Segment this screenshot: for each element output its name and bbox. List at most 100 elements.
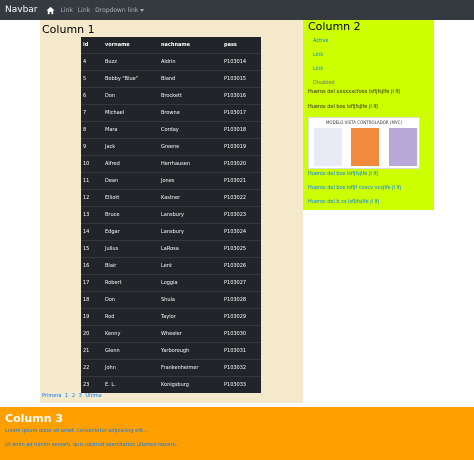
table-row: 8 Mara Corday P103018 — [81, 120, 261, 138]
cell-nachname: Corday — [159, 120, 222, 138]
column-1-title: Column 1 — [42, 23, 95, 36]
cell-nachname: Lansbury — [159, 222, 222, 240]
cell-vorname: Don — [103, 86, 159, 104]
table-header-row: id vorname nachname pass — [81, 37, 261, 53]
table-row: 11 Dean Jones P103021 — [81, 171, 261, 189]
page-2[interactable]: 2 — [72, 393, 75, 399]
navbar-brand[interactable]: Navbar — [5, 5, 38, 15]
cell-nachname: Jones — [159, 171, 222, 189]
table-row: 10 Alfred Herrhausen P103020 — [81, 154, 261, 172]
table-row: 23 E. L. Konigsburg P103033 — [81, 375, 261, 393]
home-icon[interactable] — [45, 6, 55, 15]
cell-pass: P103029 — [222, 307, 261, 325]
cell-id: 14 — [81, 222, 103, 240]
cell-pass: P103016 — [222, 86, 261, 104]
table-row: 17 Robert Loggia P103027 — [81, 273, 261, 291]
cell-id: 4 — [81, 52, 103, 70]
nav-link-2[interactable]: Link — [78, 7, 90, 14]
page-3[interactable]: 3 — [79, 393, 82, 399]
table-row: 16 Blair Lent P103026 — [81, 256, 261, 274]
cell-vorname: Buzz — [103, 52, 159, 70]
table-row: 9 Jack Greene P103019 — [81, 137, 261, 155]
cell-nachname: Brockett — [159, 86, 222, 104]
cell-id: 6 — [81, 86, 103, 104]
cell-vorname: Blair — [103, 256, 159, 274]
cell-pass: P103017 — [222, 103, 261, 121]
cell-vorname: Glenn — [103, 341, 159, 359]
table-row: 13 Bruce Lansbury P103023 — [81, 205, 261, 223]
cell-pass: P103023 — [222, 205, 261, 223]
table-row: 4 Buzz Aldrin P103014 — [81, 52, 261, 70]
cell-nachname: Aldrin — [159, 52, 222, 70]
column-1: Column 1 id vorname nachname pass 4 Buzz A… — [40, 20, 303, 403]
cell-pass: P103014 — [222, 52, 261, 70]
cell-vorname: Don — [103, 290, 159, 308]
navbar: Navbar Link Link Dropdown link — [0, 0, 474, 20]
page-last[interactable]: Ultima — [85, 393, 101, 399]
cell-nachname: Loggia — [159, 273, 222, 291]
cell-nachname: Lent — [159, 256, 222, 274]
text-link-1[interactable]: Hueros del bos lsfljfsjlfe jl lfj — [308, 171, 378, 177]
cell-pass: P103028 — [222, 290, 261, 308]
cell-nachname: Shula — [159, 290, 222, 308]
pagination: Primera 1 2 3 Ultima — [42, 393, 104, 399]
cell-id: 11 — [81, 171, 103, 189]
cell-nachname: Kastner — [159, 188, 222, 206]
cell-id: 17 — [81, 273, 103, 291]
table-row: 20 Kenny Wheeler P103030 — [81, 324, 261, 342]
caret-down-icon — [140, 8, 145, 12]
cell-id: 22 — [81, 358, 103, 376]
table-row: 14 Edgar Lansbury P103024 — [81, 222, 261, 240]
cell-id: 9 — [81, 137, 103, 155]
table-row: 12 Elliott Kastner P103022 — [81, 188, 261, 206]
cell-pass: P103031 — [222, 341, 261, 359]
nav-dropdown-label: Dropdown link — [95, 6, 139, 14]
text-line-1: Hueros del xxxxxxcfoos lsfljfsjlfe jl lf… — [308, 89, 400, 95]
cell-nachname: LaRosa — [159, 239, 222, 257]
users-table: id vorname nachname pass 4 Buzz Aldrin P103… — [81, 37, 261, 393]
cell-pass: P103025 — [222, 239, 261, 257]
nav-link-b[interactable]: Link — [313, 66, 323, 72]
cell-pass: P103018 — [222, 120, 261, 138]
nav-dropdown-link[interactable]: Dropdown link — [95, 6, 145, 14]
cell-id: 5 — [81, 69, 103, 87]
cell-pass: P103015 — [222, 69, 261, 87]
cell-vorname: E. L. — [103, 375, 159, 393]
cell-vorname: Elliott — [103, 188, 159, 206]
cell-vorname: Kenny — [103, 324, 159, 342]
cell-id: 10 — [81, 154, 103, 172]
cell-nachname: Konigsburg — [159, 375, 222, 393]
nav-active[interactable]: Active — [313, 38, 328, 44]
cell-vorname: John — [103, 358, 159, 376]
table-row: 19 Rod Taylor P103029 — [81, 307, 261, 325]
page-1[interactable]: 1 — [65, 393, 68, 399]
cell-vorname: Julius — [103, 239, 159, 257]
nav-disabled: Disabled — [313, 80, 335, 86]
column-3-title: Column 3 — [5, 412, 64, 425]
cell-vorname: Robert — [103, 273, 159, 291]
cell-id: 8 — [81, 120, 103, 138]
cell-pass: P103022 — [222, 188, 261, 206]
cell-vorname: Alfred — [103, 154, 159, 172]
cell-pass: P103032 — [222, 358, 261, 376]
table-row: 15 Julius LaRosa P103025 — [81, 239, 261, 257]
header-id: id — [83, 41, 89, 48]
cell-id: 16 — [81, 256, 103, 274]
table-row: 18 Don Shula P103028 — [81, 290, 261, 308]
cell-vorname: Bobby "Blue" — [103, 69, 159, 87]
nav-link-a[interactable]: Link — [313, 52, 323, 58]
page-first[interactable]: Primera — [42, 393, 61, 399]
cell-nachname: Wheeler — [159, 324, 222, 342]
text-link-3[interactable]: Hueros del b cs lsfljfsjlfe jl lfj — [308, 199, 379, 205]
column-3-paragraph-2: Ut enim ad minim veniam, quis nostrud ex… — [5, 442, 180, 448]
cell-id: 19 — [81, 307, 103, 325]
text-link-2[interactable]: Hueros del bos lsfljf cxxcv vcsjlfe jl l… — [308, 185, 401, 191]
mvc-diagram-image: MODELO VISTA CONTROLADOR (MVC) — [308, 117, 420, 169]
nav-link-1[interactable]: Link — [61, 7, 73, 14]
cell-pass: P103024 — [222, 222, 261, 240]
table-row: 21 Glenn Yarborough P103031 — [81, 341, 261, 359]
cell-id: 20 — [81, 324, 103, 342]
mvc-controller-box — [351, 128, 379, 166]
table-row: 6 Don Brockett P103016 — [81, 86, 261, 104]
cell-nachname: Greene — [159, 137, 222, 155]
